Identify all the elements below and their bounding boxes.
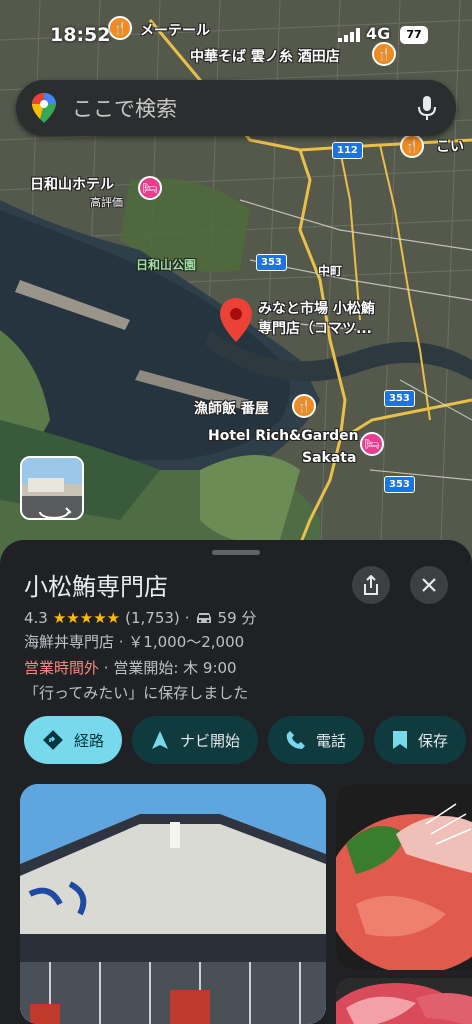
search-bar[interactable]: ここで検索	[16, 80, 456, 136]
restaurant-icon[interactable]: 🍴	[400, 134, 424, 158]
route-shield-112: 112	[332, 142, 363, 159]
map-label-koi[interactable]: こい	[436, 136, 464, 156]
drive-time: 59 分	[217, 609, 257, 627]
star-rating-icon: ★★★★★	[52, 608, 121, 627]
map-view[interactable]: 18:52 4G 77 ここで検索 🍴 メーテール 中華そば 雲ノ糸 酒田店 🍴…	[0, 0, 472, 570]
search-input[interactable]: ここで検索	[72, 93, 416, 123]
separator: ·	[184, 608, 190, 627]
map-label-high-rating: 高評価	[90, 196, 123, 209]
storefront-image	[20, 784, 326, 1024]
selected-place-pin-icon[interactable]	[220, 298, 252, 342]
navigation-arrow-icon	[152, 731, 169, 749]
status-time: 18:52	[50, 24, 111, 46]
map-label-hiyoriyama-park[interactable]: 日和山公園	[136, 256, 196, 273]
microphone-icon[interactable]	[416, 95, 438, 121]
street-view-image	[22, 458, 82, 518]
map-label-nakamachi: 中町	[318, 264, 343, 278]
status-bar: 18:52 4G 77	[0, 20, 472, 50]
share-icon	[364, 575, 378, 595]
place-details-sheet[interactable]: 小松鮪専門店 4.3 ★★★★★ (1,753) · 59 分 海鮮丼専門店 ·…	[0, 540, 472, 1024]
rating-row: 4.3 ★★★★★ (1,753) · 59 分	[24, 607, 256, 628]
place-photo-food[interactable]	[336, 784, 472, 970]
hotel-icon[interactable]: 🛏	[360, 432, 384, 456]
share-button[interactable]	[352, 566, 390, 604]
sheet-drag-handle[interactable]	[212, 550, 260, 555]
map-label-sakata[interactable]: Sakata	[302, 450, 356, 466]
place-title: 小松鮪専門店	[24, 573, 168, 601]
close-button[interactable]	[410, 566, 448, 604]
save-button[interactable]: 保存	[374, 716, 467, 764]
hours-detail: · 営業開始: 木 9:00	[99, 659, 237, 677]
place-photo-food-2[interactable]	[336, 978, 472, 1024]
map-label-hotel-rich[interactable]: Hotel Rich&Garden	[208, 428, 359, 444]
seafood-image	[336, 978, 472, 1024]
navigate-label: ナビ開始	[180, 731, 241, 750]
directions-label: 経路	[74, 731, 105, 750]
route-shield-353: 353	[256, 254, 287, 271]
car-icon	[196, 612, 211, 623]
place-photo-storefront[interactable]	[20, 784, 326, 1024]
category-price: 海鮮丼専門店 · ￥1,000～2,000	[24, 633, 245, 651]
navigate-button[interactable]: ナビ開始	[132, 716, 259, 764]
street-view-thumbnail[interactable]	[20, 456, 84, 520]
saved-note: 「行ってみたい」に保存しました	[24, 684, 249, 702]
directions-button[interactable]: 経路	[24, 716, 123, 764]
save-label: 保存	[418, 731, 449, 750]
route-shield-353: 353	[384, 390, 415, 407]
bookmark-icon	[393, 731, 408, 749]
hours-status: 営業時間外	[24, 659, 100, 677]
map-label-minato-market-2[interactable]: 専門店（コマツ...	[258, 318, 372, 338]
battery-indicator: 77	[400, 26, 428, 44]
map-label-hiyoriyama-hotel[interactable]: 日和山ホテル	[30, 174, 114, 194]
signal-icon	[338, 28, 360, 42]
map-label-ryoshimeshi[interactable]: 漁師飯 番屋	[194, 398, 269, 418]
google-maps-pin-icon	[32, 93, 56, 123]
route-shield-353: 353	[384, 476, 415, 493]
hours-row[interactable]: 営業時間外 · 営業開始: 木 9:00	[24, 657, 237, 678]
restaurant-icon[interactable]: 🍴	[292, 394, 316, 418]
phone-icon	[286, 731, 306, 749]
tuna-bowl-image	[336, 784, 472, 970]
call-button[interactable]: 電話	[268, 716, 365, 764]
rating-value: 4.3	[24, 608, 48, 627]
hotel-icon[interactable]: 🛏	[138, 176, 162, 200]
map-label-minato-market[interactable]: みなと市場 小松鮪	[258, 298, 375, 318]
directions-icon	[43, 730, 63, 750]
call-label: 電話	[316, 731, 347, 750]
network-type: 4G	[366, 24, 391, 43]
review-count[interactable]: (1,753)	[125, 609, 180, 627]
action-buttons: 経路 ナビ開始 電話 保存	[24, 716, 467, 764]
close-icon	[422, 578, 436, 592]
